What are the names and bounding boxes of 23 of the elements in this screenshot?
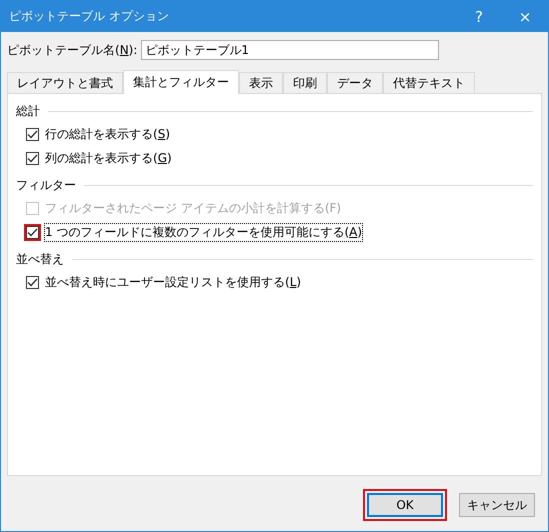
- section-heading: 並べ替え: [16, 251, 64, 268]
- checkbox[interactable]: [26, 128, 39, 141]
- section-heading: フィルター: [16, 177, 76, 194]
- tab[interactable]: レイアウトと書式: [7, 72, 123, 93]
- tab[interactable]: 代替テキスト: [383, 72, 475, 93]
- tab[interactable]: 集計とフィルター: [123, 70, 239, 94]
- ok-button[interactable]: OK: [367, 493, 443, 517]
- checkbox-label[interactable]: 並べ替え時にユーザー設定リストを使用する(L): [45, 274, 302, 291]
- checkbox[interactable]: [26, 276, 39, 289]
- checkbox[interactable]: [26, 152, 39, 165]
- cancel-button[interactable]: キャンセル: [459, 493, 535, 517]
- checkbox-label[interactable]: 行の総計を表示する(S): [45, 126, 170, 143]
- tab[interactable]: データ: [327, 72, 383, 93]
- name-field[interactable]: ピボットテーブル1: [141, 40, 440, 60]
- tab[interactable]: 表示: [239, 72, 283, 93]
- field-label: ピボットテーブル名(N):: [7, 42, 138, 58]
- checkbox-label[interactable]: 1 つのフィールドに複数のフィルターを使用可能にする(A): [45, 224, 362, 241]
- section-heading: 総計: [16, 103, 40, 120]
- checkbox-label[interactable]: 列の総計を表示する(G): [45, 150, 172, 167]
- window-title: ピボットテーブル オプション: [9, 8, 170, 25]
- tab[interactable]: 印刷: [283, 72, 327, 93]
- close-button[interactable]: ×: [502, 1, 548, 32]
- help-button[interactable]: ?: [456, 1, 502, 32]
